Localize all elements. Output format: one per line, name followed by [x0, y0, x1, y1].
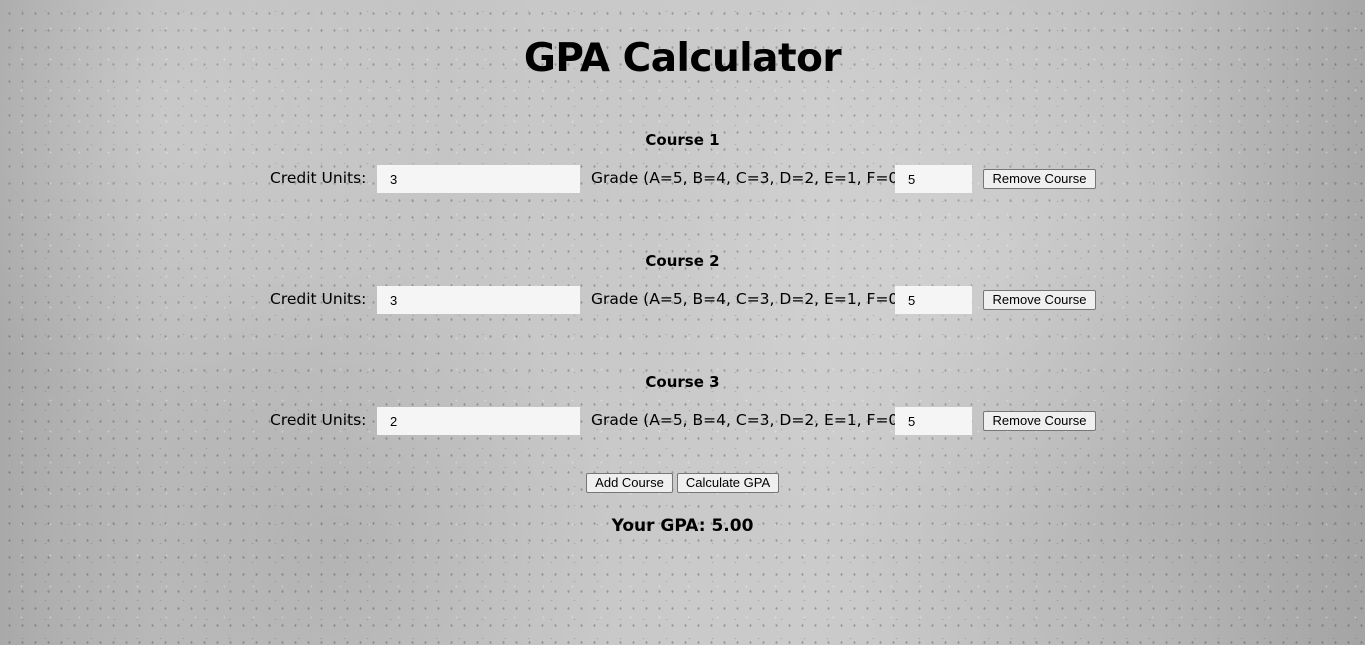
course-title: Course 3 [645, 373, 720, 391]
page-title: GPA Calculator [523, 36, 842, 81]
grade-input[interactable] [895, 165, 972, 193]
grade-label: Grade (A=5, B=4, C=3, D=2, E=1, F=0): [591, 169, 910, 187]
gpa-result: Your GPA: 5.00 [611, 516, 754, 536]
credit-units-label: Credit Units: [270, 290, 367, 308]
grade-input[interactable] [895, 286, 972, 314]
course-block-1: Course 1 Credit Units: Grade (A=5, B=4, … [0, 131, 1365, 231]
grade-label: Grade (A=5, B=4, C=3, D=2, E=1, F=0): [591, 290, 910, 308]
grade-label: Grade (A=5, B=4, C=3, D=2, E=1, F=0): [591, 411, 910, 429]
course-row: Credit Units: Grade (A=5, B=4, C=3, D=2,… [0, 165, 1365, 193]
course-row: Credit Units: Grade (A=5, B=4, C=3, D=2,… [0, 286, 1365, 314]
remove-course-button[interactable]: Remove Course [983, 411, 1096, 431]
credit-units-input[interactable] [377, 165, 580, 193]
credit-units-input[interactable] [377, 407, 580, 435]
credit-units-label: Credit Units: [270, 169, 367, 187]
credit-units-label: Credit Units: [270, 411, 367, 429]
course-block-3: Course 3 Credit Units: Grade (A=5, B=4, … [0, 373, 1365, 473]
add-course-button[interactable]: Add Course [586, 473, 673, 493]
course-row: Credit Units: Grade (A=5, B=4, C=3, D=2,… [0, 407, 1365, 435]
remove-course-button[interactable]: Remove Course [983, 290, 1096, 310]
course-title: Course 1 [645, 131, 720, 149]
course-block-2: Course 2 Credit Units: Grade (A=5, B=4, … [0, 252, 1365, 352]
action-buttons: Add Course Calculate GPA [0, 473, 1365, 493]
remove-course-button[interactable]: Remove Course [983, 169, 1096, 189]
grade-input[interactable] [895, 407, 972, 435]
course-title: Course 2 [645, 252, 720, 270]
calculate-gpa-button[interactable]: Calculate GPA [677, 473, 779, 493]
credit-units-input[interactable] [377, 286, 580, 314]
